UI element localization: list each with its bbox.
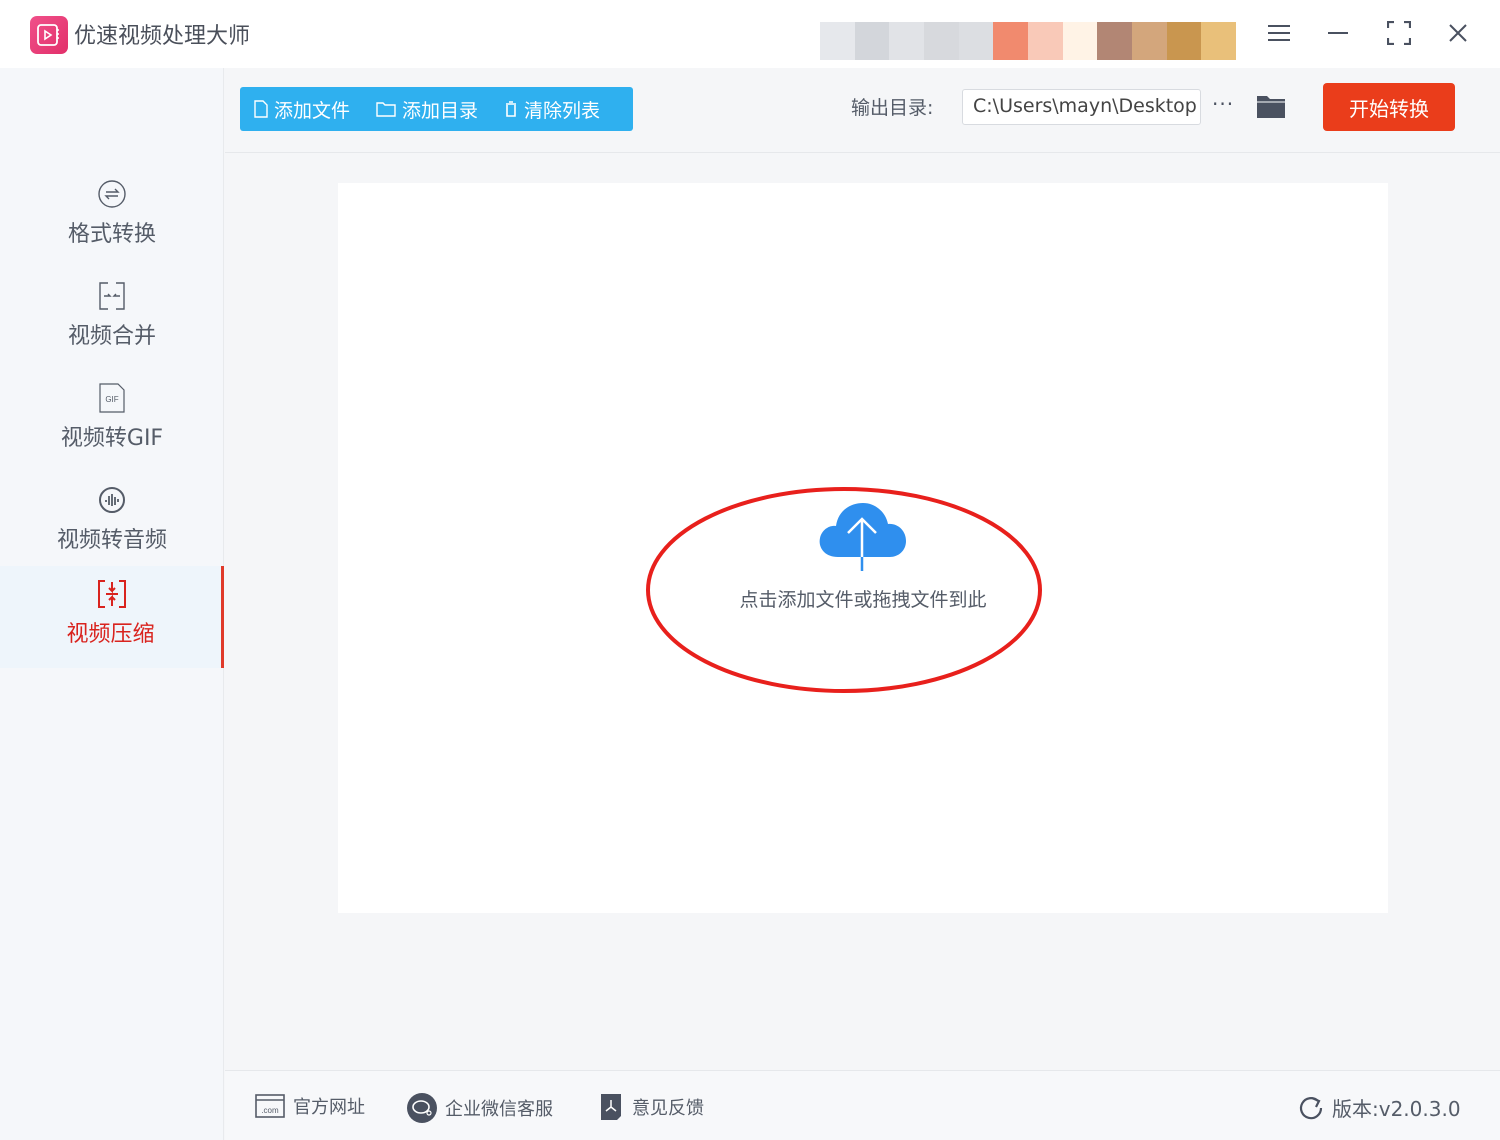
wechat-label: 企业微信客服 [445,1099,553,1120]
wechat-service-link[interactable]: 企业微信客服 [407,1093,553,1123]
start-convert-button[interactable]: 开始转换 [1323,83,1455,131]
refresh-icon [1299,1096,1323,1119]
sidebar-item-label: 格式转换 [67,222,156,247]
audio-icon [99,487,125,513]
sidebar-item-audio[interactable]: 视频转音频 [0,472,224,574]
feedback-label: 意见反馈 [632,1098,704,1119]
output-dir-input[interactable]: C:\Users\mayn\Desktop [962,89,1201,125]
wechat-icon [407,1093,437,1123]
convert-icon [98,180,126,208]
file-icon [254,100,268,118]
svg-text:GIF: GIF [105,395,118,404]
blurred-region [820,22,1237,60]
merge-icon [99,282,125,310]
sidebar-item-label: 视频转GIF [60,426,164,451]
sidebar: 格式转换 视频合并 GIF 视频转GIF 视频转音频 视频压缩 [0,68,224,1140]
clear-list-label: 清除列表 [524,99,601,122]
sidebar-item-gif[interactable]: GIF 视频转GIF [0,370,224,472]
maximize-icon[interactable] [1382,18,1416,48]
sidebar-item-label: 视频压缩 [66,622,155,647]
add-file-label: 添加文件 [274,99,351,122]
folder-icon[interactable] [1256,93,1286,119]
minimize-icon[interactable] [1321,18,1355,48]
website-label: 官方网址 [293,1097,365,1118]
divider [225,152,1500,153]
sidebar-item-format-convert[interactable]: 格式转换 [0,166,224,268]
output-dir-label: 输出目录: [851,97,934,119]
file-toolbar: 添加文件 添加目录 清除列表 [240,87,633,131]
version-label: 版本:v2.0.3.0 [1332,1097,1461,1121]
app-title: 优速视频处理大师 [74,24,251,49]
title-bar: 优速视频处理大师 [0,0,1500,68]
clear-list-button[interactable]: 清除列表 [504,96,600,123]
drop-zone-text: 点击添加文件或拖拽文件到此 [739,589,987,611]
close-icon[interactable] [1441,18,1475,48]
version-check[interactable]: 版本:v2.0.3.0 [1298,1093,1461,1122]
gif-file-icon: GIF [99,383,125,413]
compress-icon [98,580,126,608]
sidebar-item-merge[interactable]: 视频合并 [0,268,224,370]
drop-zone[interactable]: 点击添加文件或拖拽文件到此 [338,183,1388,913]
cloud-upload-icon [819,503,906,571]
menu-icon[interactable] [1262,18,1296,48]
app-logo [30,16,68,54]
trash-icon [506,101,517,117]
sidebar-item-compress[interactable]: 视频压缩 [0,566,224,668]
sidebar-item-label: 视频转音频 [56,528,167,553]
footer: .com 官方网址 企业微信客服 意见反馈 版本:v2.0.3.0 [225,1070,1500,1140]
add-folder-label: 添加目录 [402,99,479,122]
more-button[interactable]: ··· [1212,92,1234,116]
website-link[interactable]: .com 官方网址 [255,1093,365,1119]
folder-outline-icon [376,102,396,117]
sidebar-item-label: 视频合并 [67,324,156,349]
add-file-button[interactable]: 添加文件 [254,96,350,123]
add-folder-button[interactable]: 添加目录 [376,96,478,123]
feedback-icon [601,1094,621,1120]
svg-text:.com: .com [261,1106,279,1115]
website-icon: .com [255,1094,285,1118]
feedback-link[interactable]: 意见反馈 [600,1093,704,1121]
